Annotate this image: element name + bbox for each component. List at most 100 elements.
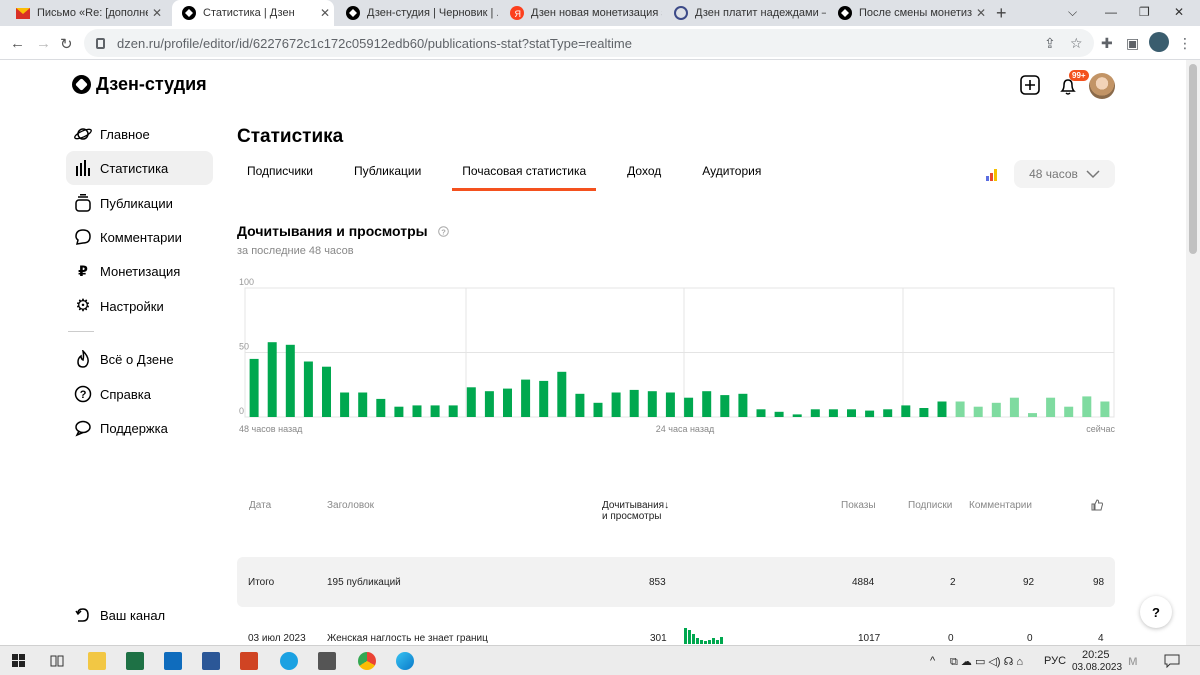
language-indicator[interactable]: РУС	[1044, 655, 1066, 667]
word-icon[interactable]	[202, 652, 220, 670]
svg-text:Я: Я	[515, 9, 522, 19]
close-icon[interactable]: ✕	[972, 6, 990, 20]
internet-explorer-icon[interactable]	[280, 652, 298, 670]
profile-avatar[interactable]	[1149, 32, 1169, 52]
maximize-icon[interactable]: ❐	[1139, 5, 1150, 19]
create-button[interactable]	[1020, 75, 1040, 100]
notification-center-icon[interactable]	[1164, 654, 1180, 668]
close-icon[interactable]: ✕	[148, 6, 166, 20]
tray-icons[interactable]: ⧉ ☁ ▭ ◁) ☊ ⌂	[950, 655, 1023, 669]
col-likes[interactable]	[1091, 499, 1103, 514]
extensions-icon[interactable]: ✚	[1101, 35, 1113, 52]
bar	[901, 405, 911, 417]
sidebar-item-about[interactable]: Всё о Дзене	[66, 342, 213, 376]
col-shows[interactable]: Показы	[841, 500, 876, 511]
scrollbar-thumb[interactable]	[1189, 64, 1197, 254]
user-avatar[interactable]	[1089, 73, 1115, 99]
section-title-text: Дочитывания и просмотры	[237, 223, 428, 239]
url-bar[interactable]: dzen.ru/profile/editor/id/6227672c1c172c…	[84, 29, 1094, 57]
address-toolbar: ← → ↻ dzen.ru/profile/editor/id/6227672c…	[0, 26, 1200, 60]
chart-type-icon[interactable]	[986, 168, 1000, 186]
thumbs-up-icon	[1091, 499, 1103, 511]
tab-title: Статистика | Дзен	[203, 7, 295, 19]
share-icon[interactable]: ⇪	[1044, 35, 1056, 52]
browser-tab-active[interactable]: Статистика | Дзен ✕	[172, 0, 334, 26]
tray-chevron-icon[interactable]: ^	[930, 655, 935, 667]
sidebar-item-publications[interactable]: Публикации	[66, 186, 213, 220]
sidebar-item-help[interactable]: ? Справка	[66, 377, 213, 411]
browser-tab[interactable]: После смены монетизаци✕	[828, 0, 990, 26]
mail-icon	[16, 6, 30, 20]
task-view-icon[interactable]	[50, 654, 64, 668]
browser-tab[interactable]: Письмо «Re: [дополнение]✕	[6, 0, 166, 26]
powerpoint-icon[interactable]	[240, 652, 258, 670]
tab-search-icon[interactable]: ⌵	[1068, 5, 1077, 20]
edge-icon[interactable]	[396, 652, 414, 670]
sidebar-item-main[interactable]: Главное	[66, 117, 213, 151]
sidebar-item-comments[interactable]: Комментарии	[66, 220, 213, 254]
sidebar-item-support[interactable]: Поддержка	[66, 411, 213, 445]
bar	[883, 409, 893, 417]
col-reads[interactable]: Дочитывания↓ и просмотры	[602, 500, 669, 522]
tab-title: Письмо «Re: [дополнение]	[37, 7, 148, 19]
help-button[interactable]: ?	[1140, 596, 1172, 628]
bar	[738, 393, 748, 417]
bar	[684, 397, 694, 417]
dzen-studio-logo[interactable]: Дзен-студия	[72, 74, 207, 95]
back-icon[interactable]: ←	[10, 35, 25, 52]
sidebar-item-monetization[interactable]: ₽ Монетизация	[66, 254, 213, 288]
file-explorer-icon[interactable]	[88, 652, 106, 670]
tab-hourly-stats[interactable]: Почасовая статистика	[452, 164, 597, 191]
bar	[828, 409, 838, 417]
bookmark-star-icon[interactable]: ☆	[1070, 35, 1083, 52]
menu-dots-icon[interactable]: ⋮	[1178, 35, 1192, 52]
widget-icon[interactable]: ᴍ	[1128, 652, 1138, 668]
page-scrollbar[interactable]	[1186, 60, 1200, 645]
bar	[919, 408, 929, 417]
browser-tab[interactable]: Дзен-студия | Черновик | .	[336, 0, 498, 26]
tab-publications[interactable]: Публикации	[344, 164, 421, 191]
sidebar-panel-icon[interactable]: ▣	[1126, 35, 1139, 52]
forward-icon[interactable]: →	[36, 35, 51, 52]
col-comments[interactable]: Комментарии	[969, 500, 1032, 511]
sidebar-item-label: Настройки	[100, 298, 164, 314]
hourly-chart[interactable]: 100 50 0 48 часов назад 24 часа назад сейчас	[237, 275, 1117, 435]
sidebar-item-label: Монетизация	[100, 263, 181, 279]
new-tab-button[interactable]: +	[996, 3, 1007, 24]
mail-app-icon[interactable]	[164, 652, 182, 670]
sidebar-item-label: Справка	[100, 386, 151, 402]
tab-subscribers[interactable]: Подписчики	[237, 164, 313, 191]
reload-icon[interactable]: ↻	[60, 35, 73, 53]
bar	[991, 402, 1001, 417]
clock-date[interactable]: 03.08.2023	[1072, 662, 1122, 673]
bar	[285, 344, 295, 417]
col-subs[interactable]: Подписки	[908, 500, 952, 511]
windows-start-icon[interactable]	[12, 654, 26, 668]
excel-icon[interactable]	[126, 652, 144, 670]
sidebar-item-channel[interactable]: Ваш канал	[66, 598, 213, 632]
sidebar-item-statistics[interactable]: Статистика	[66, 151, 213, 185]
sidebar-item-settings[interactable]: ⚙ Настройки	[66, 289, 213, 323]
tab-audience[interactable]: Аудитория	[692, 164, 761, 191]
bar-chart-icon	[74, 159, 92, 177]
x-tick-label: 24 часа назад	[656, 424, 715, 434]
close-icon[interactable]: ✕	[316, 6, 334, 20]
col-date[interactable]: Дата	[249, 500, 271, 511]
bar	[1064, 406, 1074, 417]
browser-tab[interactable]: Я Дзен новая монетизация з	[500, 0, 662, 26]
bar	[430, 405, 440, 417]
info-icon[interactable]: ?	[437, 226, 449, 237]
window-close-icon[interactable]: ✕	[1174, 5, 1184, 19]
calendar-app-icon[interactable]	[318, 652, 336, 670]
col-title[interactable]: Заголовок	[327, 500, 374, 511]
url-text: dzen.ru/profile/editor/id/6227672c1c172c…	[117, 35, 632, 51]
return-arrow-icon	[74, 606, 92, 624]
minimize-icon[interactable]: —	[1105, 5, 1117, 19]
clock-time[interactable]: 20:25	[1082, 649, 1110, 661]
browser-tab[interactable]: Дзен платит надеждами —	[664, 0, 826, 26]
period-select[interactable]: 48 часов	[1014, 160, 1115, 188]
tab-income[interactable]: Доход	[617, 164, 661, 191]
chrome-icon[interactable]	[358, 652, 376, 670]
row-title[interactable]: Женская наглость не знает границ	[327, 633, 488, 644]
bar	[665, 392, 675, 417]
